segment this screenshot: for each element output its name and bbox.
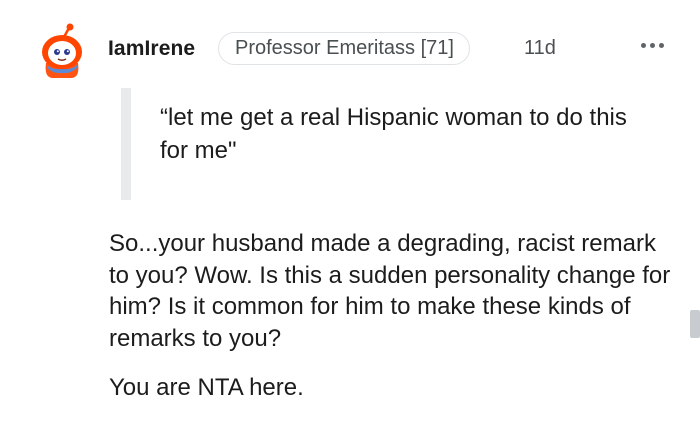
more-horizontal-icon xyxy=(658,42,664,48)
scrollbar-thumb[interactable] xyxy=(690,310,700,338)
snoo-avatar-icon xyxy=(42,23,82,78)
comment-timestamp[interactable]: 11d xyxy=(524,37,556,60)
blockquote-text: “let me get a real Hispanic woman to do … xyxy=(160,104,627,164)
author-username[interactable]: IamIrene xyxy=(108,37,195,61)
blockquote-bar xyxy=(121,88,131,200)
more-horizontal-icon xyxy=(649,42,655,48)
more-horizontal-icon xyxy=(640,42,646,48)
avatar[interactable] xyxy=(38,23,86,79)
user-flair: Professor Emeritass [71] xyxy=(218,32,470,65)
comment-body: So...your husband made a degrading, raci… xyxy=(109,230,671,352)
comment: IamIrene Professor Emeritass [71] 11d “l… xyxy=(0,0,700,431)
more-options-button[interactable] xyxy=(632,30,672,60)
comment-verdict: You are NTA here. xyxy=(109,374,304,401)
